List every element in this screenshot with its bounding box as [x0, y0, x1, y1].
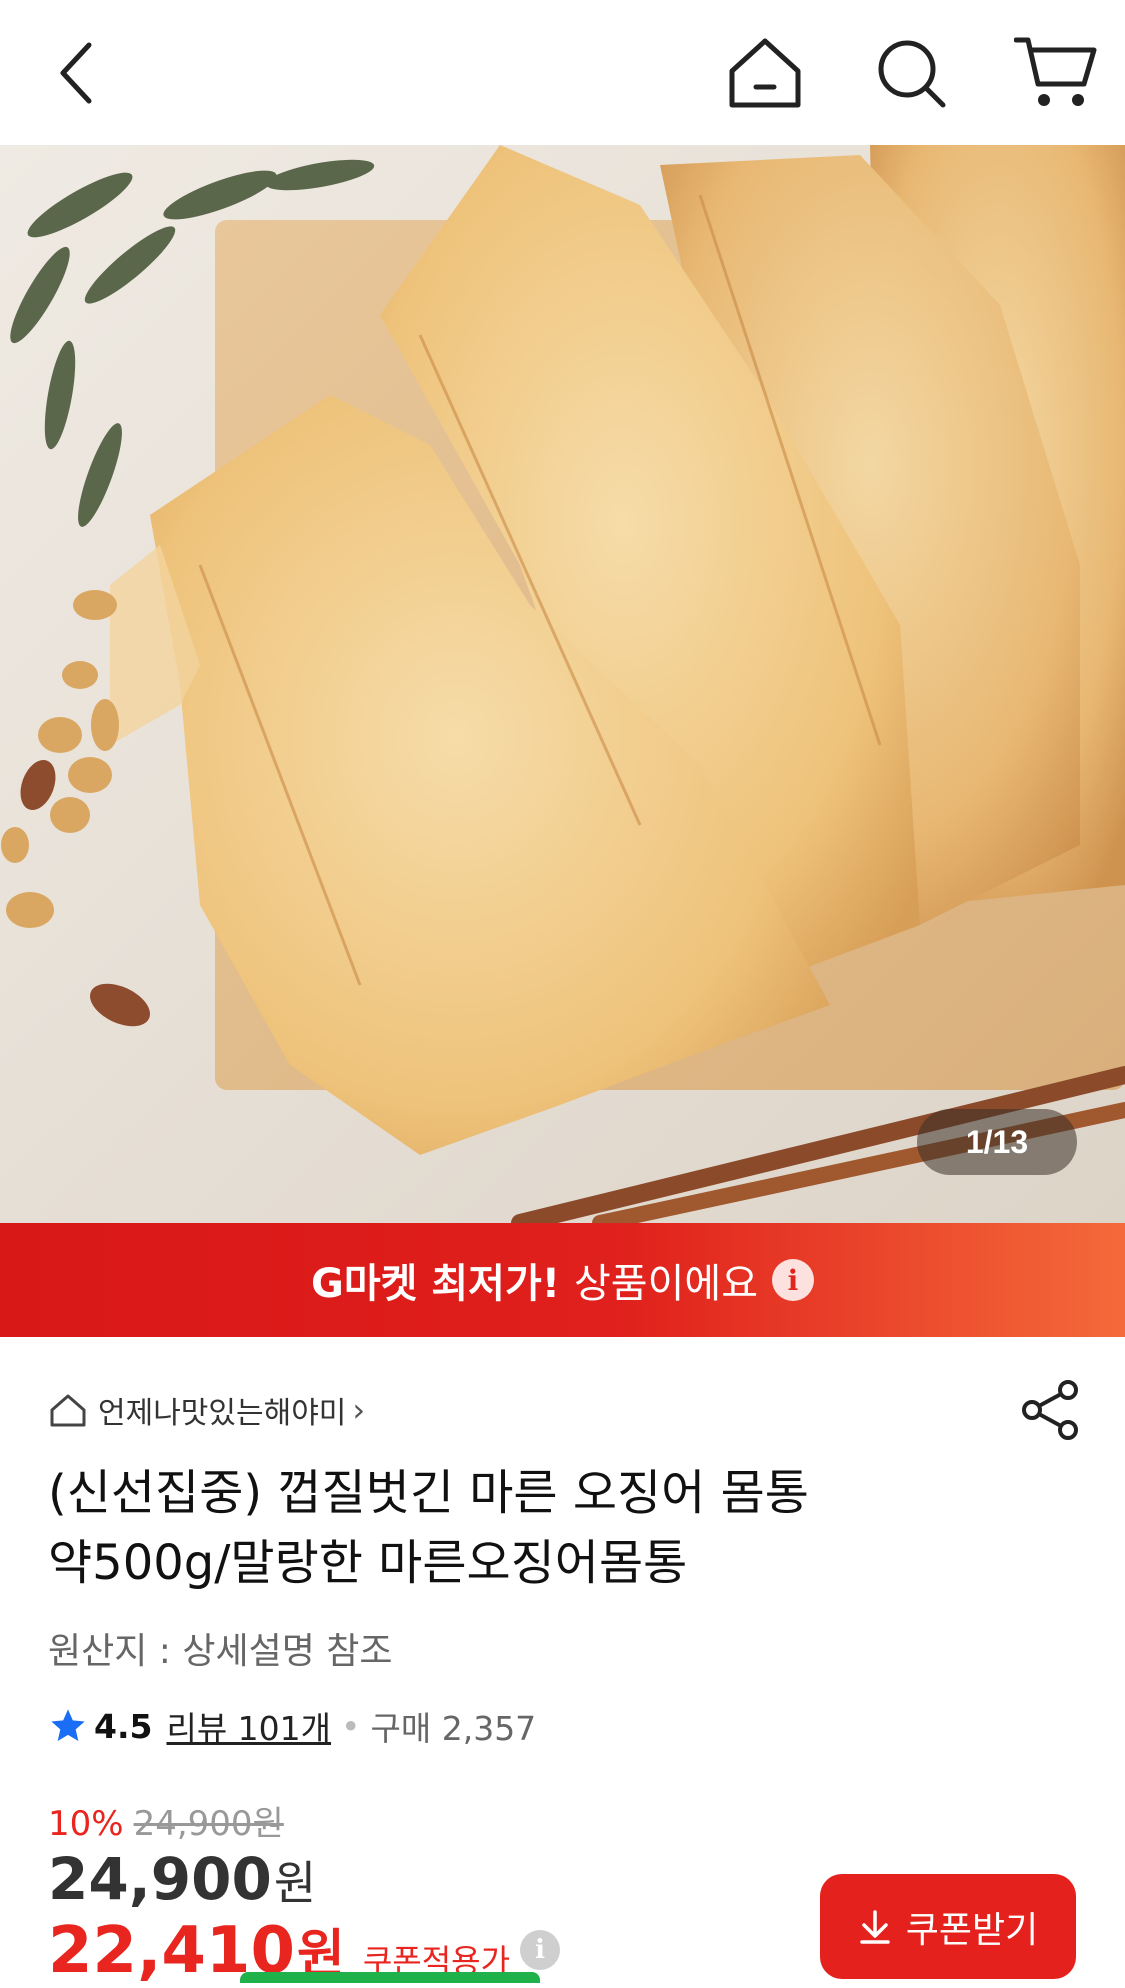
search-icon[interactable]: [868, 30, 954, 116]
coupon-info-icon[interactable]: i: [520, 1930, 561, 1970]
product-title: (신선집중) 껍질벗긴 마른 오징어 몸통 약500g/말랑한 마른오징어몸통: [48, 1458, 1058, 1598]
purchase-count: 구매 2,357: [370, 1709, 537, 1748]
discount-row: 10% 24,900원: [48, 1796, 284, 1845]
share-icon[interactable]: [1020, 1378, 1082, 1442]
sale-price-unit: 원: [273, 1856, 317, 1910]
product-photo: [0, 145, 1125, 1223]
get-coupon-button[interactable]: 쿠폰받기: [820, 1874, 1076, 1979]
lowest-price-banner[interactable]: G마켓 최저가! 상품이에요 i: [0, 1223, 1125, 1337]
product-title-line2: 약500g/말랑한 마른오징어몸통: [48, 1535, 688, 1591]
bottom-green-tab: [240, 1972, 540, 1983]
original-price: 24,900원: [133, 1804, 284, 1844]
rating-row: 4.5 리뷰 101개 • 구매 2,357: [48, 1700, 536, 1752]
back-icon[interactable]: [40, 35, 110, 110]
home-icon[interactable]: [722, 30, 808, 116]
sale-price-value: 24,900: [48, 1845, 272, 1913]
origin-info: 원산지 : 상세설명 참조: [48, 1631, 393, 1672]
download-icon: [860, 1909, 890, 1944]
seller-name: 언제나맛있는해야미: [98, 1396, 347, 1431]
star-icon: [51, 1709, 85, 1741]
seller-link[interactable]: 언제나맛있는해야미 ›: [48, 1385, 365, 1435]
discount-percent: 10%: [48, 1804, 124, 1844]
banner-bold-text: G마켓 최저가!: [311, 1261, 560, 1307]
sale-price: 24,900원: [48, 1845, 316, 1913]
store-home-icon: [50, 1394, 86, 1427]
separator-dot: •: [341, 1706, 361, 1746]
cart-icon[interactable]: [1008, 28, 1104, 116]
rating-score: 4.5: [94, 1706, 153, 1746]
get-coupon-label: 쿠폰받기: [905, 1909, 1039, 1951]
banner-text: 상품이에요: [574, 1261, 758, 1307]
info-icon[interactable]: i: [772, 1259, 814, 1301]
image-counter: 1/13: [917, 1109, 1077, 1175]
top-navigation-bar: [0, 0, 1125, 145]
product-image-carousel[interactable]: 1/13: [0, 145, 1125, 1223]
product-title-line1: (신선집중) 껍질벗긴 마른 오징어 몸통: [48, 1465, 809, 1521]
chevron-right-icon: ›: [352, 1391, 366, 1429]
review-count-link[interactable]: 리뷰 101개: [166, 1702, 331, 1750]
